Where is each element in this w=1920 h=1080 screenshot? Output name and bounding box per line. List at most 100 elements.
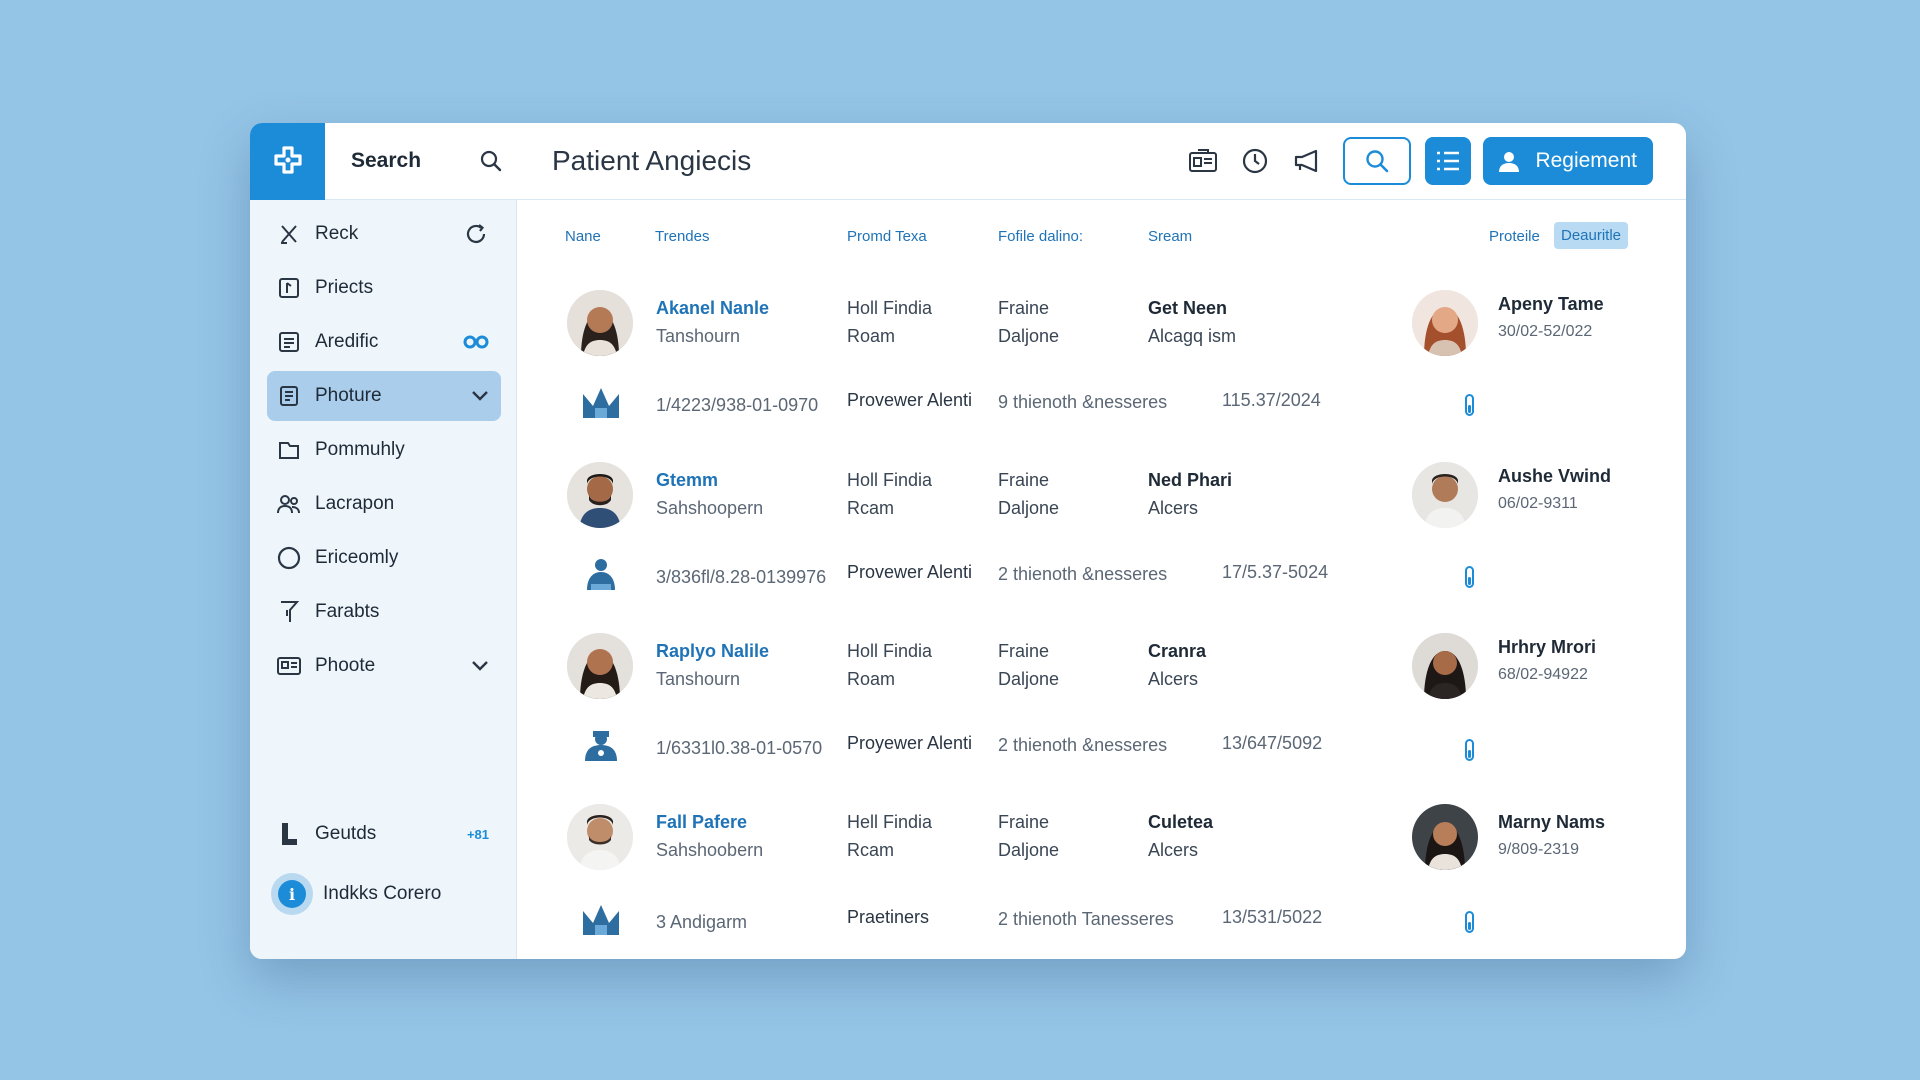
- patient-subtext: Tanshourn: [656, 326, 741, 346]
- column-header-trendes[interactable]: Trendes: [655, 228, 709, 245]
- circle-icon: [275, 544, 303, 572]
- column-header-sream[interactable]: Sream: [1148, 228, 1192, 245]
- folder-icon: [275, 436, 303, 464]
- group-icon: [275, 490, 303, 518]
- avatar: [1412, 633, 1478, 699]
- patient-subtext: Sahshoobern: [656, 840, 764, 860]
- provider-date: 68/02-94922: [1498, 666, 1588, 683]
- record-provider: Provewer Alenti: [847, 390, 973, 410]
- crown-icon: [583, 388, 619, 418]
- cell-stream-sub: Alcagq ism: [1148, 326, 1237, 346]
- cell-stream-sub: Alcers: [1148, 669, 1199, 689]
- sidebar-item-label: Farabts: [315, 601, 380, 622]
- sidebar-item-ericeomly[interactable]: Ericeomly: [267, 533, 501, 583]
- sidebar-item-pommuhly[interactable]: Pommuhly: [267, 425, 501, 475]
- card-icon: [275, 652, 303, 680]
- clock-icon[interactable]: [1237, 143, 1273, 179]
- filter-pill[interactable]: Deauritle: [1554, 222, 1629, 249]
- record-toggle[interactable]: [1465, 566, 1474, 588]
- sidebar-nav: Reck Priects Aredific Photure Pommuhly L…: [250, 205, 517, 695]
- patient-name-link[interactable]: Fall Pafere: [656, 808, 763, 836]
- cell-location: Holl Findia: [847, 641, 933, 661]
- sidebar-item-phoote[interactable]: Phoote: [267, 641, 501, 691]
- x-close-icon: [275, 220, 303, 248]
- sidebar-item-aredific[interactable]: Aredific: [267, 317, 501, 367]
- chevron-down-icon[interactable]: [471, 660, 489, 672]
- record-date: 13/531/5022: [1222, 907, 1323, 927]
- provider-date: 9/809-2319: [1498, 841, 1579, 858]
- app-window: Search Reck Priects Aredific Photure Pom…: [250, 123, 1686, 959]
- megaphone-icon[interactable]: [1289, 143, 1325, 179]
- list-view-button[interactable]: [1425, 137, 1472, 185]
- id-card-icon[interactable]: [1185, 143, 1221, 179]
- cell-stream: Ned Phari: [1148, 470, 1233, 490]
- chevron-down-icon[interactable]: [471, 390, 489, 402]
- avatar: [1412, 462, 1478, 528]
- search-icon: [1366, 150, 1389, 173]
- record-note: 2 thienoth &nesseres: [998, 735, 1168, 755]
- list-icon: [1437, 151, 1460, 171]
- patient-name-link[interactable]: Gtemm: [656, 466, 763, 494]
- refresh-icon[interactable]: [463, 221, 489, 247]
- sidebar-bottom: Geutds +81 i Indkks Corero: [250, 805, 517, 923]
- provider-name: Apeny Tame: [1498, 294, 1604, 314]
- avatar: [567, 804, 633, 870]
- record-provider: Proyewer Alenti: [847, 733, 973, 753]
- search-icon[interactable]: [479, 149, 503, 173]
- table-header: Nane Trendes Promd Texa Fofile dalino: S…: [517, 200, 1686, 272]
- cell-room: Rcam: [847, 498, 895, 518]
- record-provider: Praetiners: [847, 907, 930, 927]
- column-header-proteile[interactable]: Proteile: [1489, 228, 1540, 245]
- column-header-name[interactable]: Nane: [565, 228, 601, 245]
- cell-profile: Fraine: [998, 470, 1050, 490]
- cell-profile: Fraine: [998, 298, 1050, 318]
- sidebar-item-priects[interactable]: Priects: [267, 263, 501, 313]
- patient-name-link[interactable]: Raplyo Nalile: [656, 637, 769, 665]
- app-logo[interactable]: [250, 123, 325, 200]
- record-toggle[interactable]: [1465, 394, 1474, 416]
- cell-location: Hell Findia: [847, 812, 933, 832]
- sidebar-item-reck[interactable]: Reck: [267, 209, 501, 259]
- user-profile[interactable]: i Indkks Corero: [267, 865, 501, 923]
- header-search-button[interactable]: [1343, 137, 1412, 185]
- register-button[interactable]: Regiement: [1483, 137, 1653, 185]
- record-id: 3/836fl/8.28-0139976: [656, 567, 827, 587]
- sidebar-item-farabts[interactable]: Farabts: [267, 587, 501, 637]
- frame-icon: [275, 274, 303, 302]
- avatar: [567, 633, 633, 699]
- sidebar-search[interactable]: Search: [325, 123, 517, 200]
- cell-stream: Culetea: [1148, 812, 1214, 832]
- column-header-fofile[interactable]: Fofile dalino:: [998, 228, 1083, 245]
- sidebar-item-label: Geutds: [315, 823, 377, 844]
- link-icon: [463, 335, 489, 349]
- record-id: 3 Andigarm: [656, 912, 748, 932]
- medical-cross-icon: [273, 145, 302, 174]
- clipboard-icon: [275, 382, 303, 410]
- record-toggle[interactable]: [1465, 911, 1474, 933]
- patient-subtext: Tanshourn: [656, 669, 741, 689]
- avatar: [567, 290, 633, 356]
- avatar: [1412, 290, 1478, 356]
- cell-stream: Get Neen: [1148, 298, 1228, 318]
- cell-profile: Fraine: [998, 641, 1050, 661]
- record-toggle[interactable]: [1465, 739, 1474, 761]
- sidebar-item-label: Ericeomly: [315, 547, 399, 568]
- cell-stream: Cranra: [1148, 641, 1207, 661]
- record-date: 17/5.37-5024: [1222, 562, 1329, 582]
- cell-location: Holl Findia: [847, 298, 933, 318]
- sidebar-item-lacrapon[interactable]: Lacrapon: [267, 479, 501, 529]
- sidebar-item-photure[interactable]: Photure: [267, 371, 501, 421]
- record-date: 115.37/2024: [1222, 390, 1321, 410]
- filter-icon: [275, 598, 303, 626]
- record-note: 2 thienoth &nesseres: [998, 564, 1168, 584]
- document-icon: [275, 328, 303, 356]
- cell-stream-sub: Alcers: [1148, 840, 1199, 860]
- top-header: Patient Angiecis Regiement: [517, 123, 1686, 200]
- sidebar-item-label: Aredific: [315, 331, 379, 352]
- page-title: Patient Angiecis: [552, 145, 752, 176]
- patient-name-link[interactable]: Akanel Nanle: [656, 294, 769, 322]
- sidebar-item-geutds[interactable]: Geutds +81: [267, 809, 501, 859]
- cell-stream-sub: Alcers: [1148, 498, 1199, 518]
- boot-icon: [275, 820, 303, 848]
- column-header-promd-texa[interactable]: Promd Texa: [847, 228, 927, 245]
